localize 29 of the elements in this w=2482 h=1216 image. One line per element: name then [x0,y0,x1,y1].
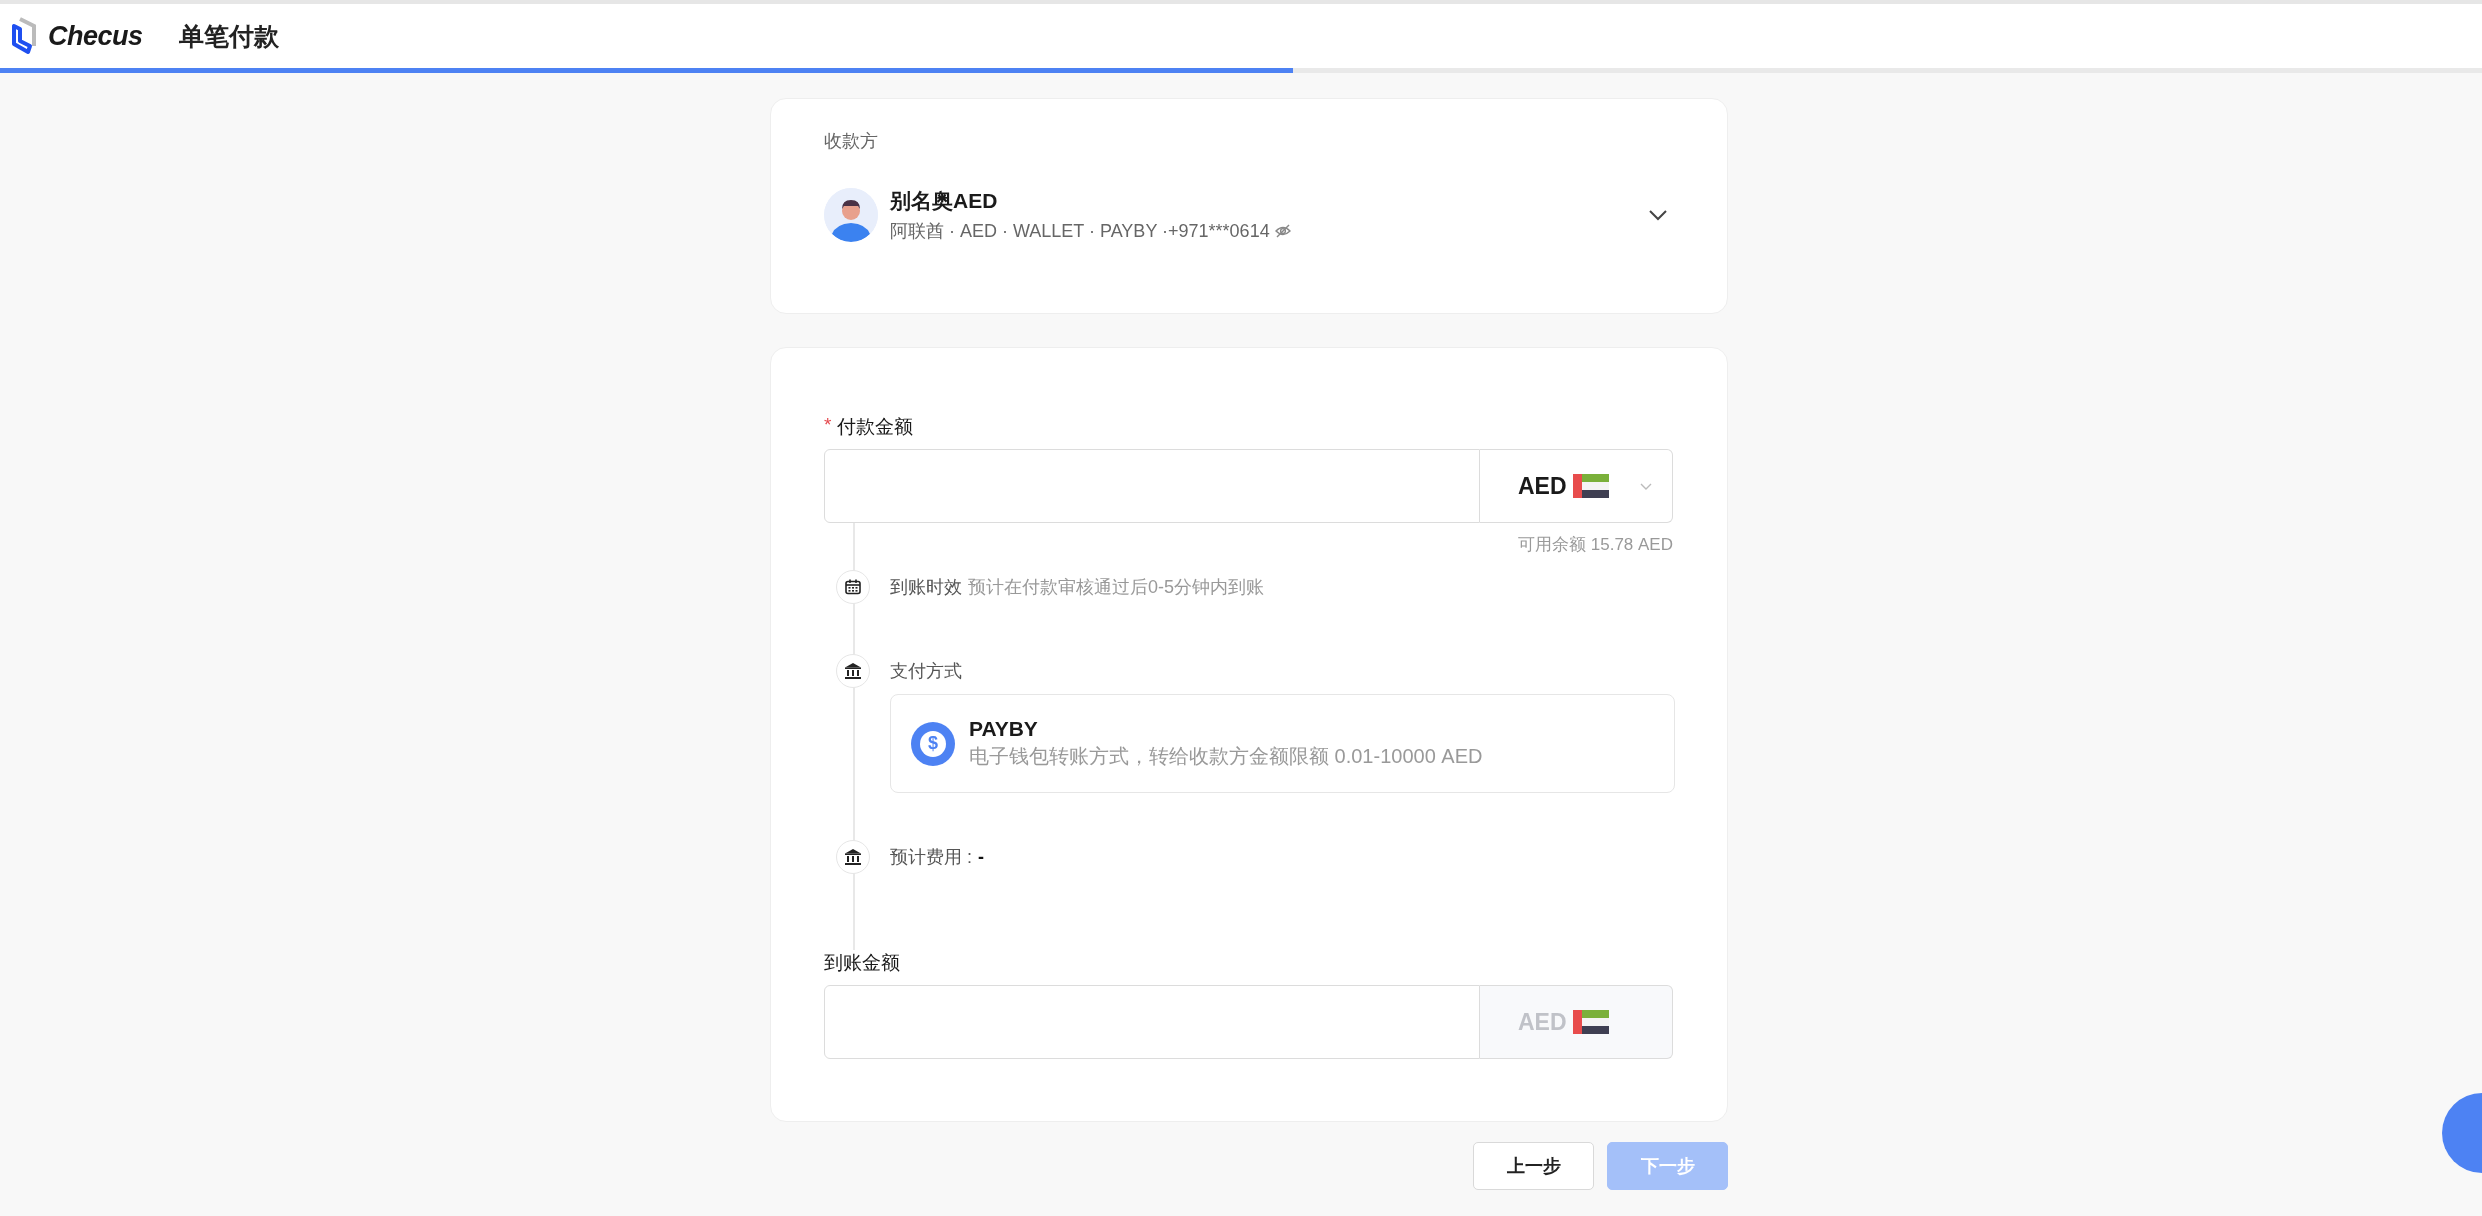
amount-input[interactable] [824,449,1480,523]
eye-slash-icon [1273,222,1292,240]
brand-name: Checus [48,20,143,52]
payment-method-card[interactable]: $ PAYBY 电子钱包转账方式，转给收款方金额限额 0.01-10000 AED [890,694,1675,793]
page-title: 单笔付款 [178,20,279,52]
section-label: 收款方 [824,130,879,153]
step-value: - [978,846,984,868]
flag-icon [1572,474,1609,498]
field-label: 到账金额 [824,951,900,975]
flag-icon [1572,1010,1609,1034]
payee-name: 别名奥AED [890,188,999,214]
dollar-coin-icon: $ [911,721,955,766]
step-label: 支付方式 [890,660,962,683]
required-mark: * [824,414,832,437]
amount-input[interactable] [824,985,1480,1059]
step-label: 预计费用 : [890,846,972,869]
payee-details: 阿联酋 · AED · WALLET · PAYBY ·+971***0614 [890,220,1270,243]
step-value: 预计在付款审核通过后0-5分钟内到账 [968,576,1264,599]
bank-icon [843,661,863,681]
method-description: 电子钱包转账方式，转给收款方金额限额 0.01-10000 AED [969,744,1483,769]
currency-select[interactable]: AED [1480,449,1673,523]
balance-text: 可用余额 15.78 AED [1517,534,1673,556]
bank-icon [843,847,863,867]
field-label: 付款金额 [837,415,914,439]
calendar-icon [843,577,863,597]
step-label: 到账时效 [890,576,962,599]
method-name: PAYBY [969,717,1039,741]
back-button[interactable]: 上一步 [1473,1142,1594,1190]
currency-select: AED [1480,985,1673,1059]
